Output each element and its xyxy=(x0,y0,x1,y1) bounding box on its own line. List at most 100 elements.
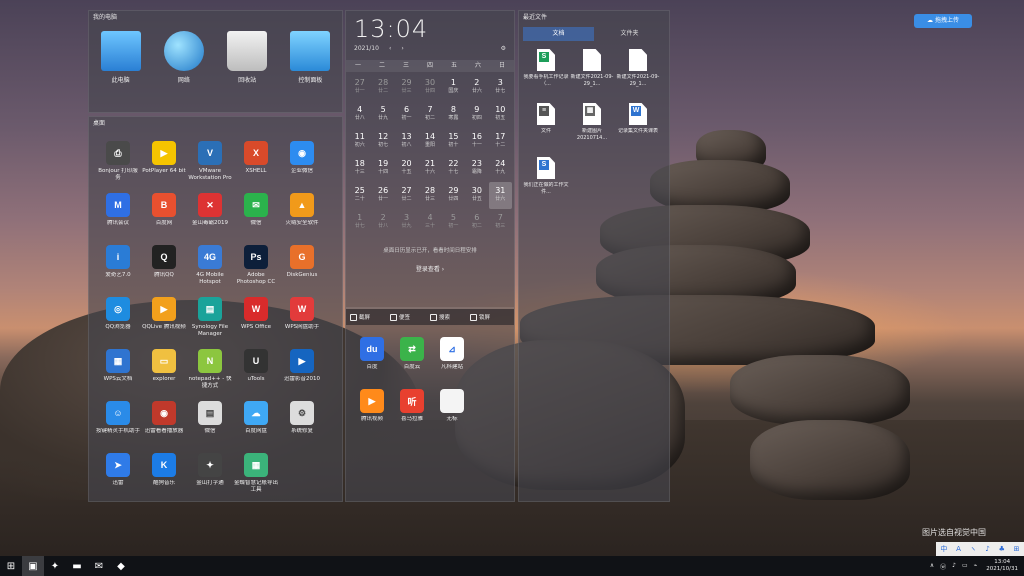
tray-icon[interactable]: ⓦ xyxy=(940,562,946,571)
next-month-icon[interactable]: › xyxy=(401,45,403,52)
tab-documents[interactable]: 文档 xyxy=(523,27,594,41)
desktop-shortcut[interactable]: V VMware Workstation Pro xyxy=(187,137,233,189)
tray-icon[interactable]: ♪ xyxy=(952,562,956,571)
app-taskbar-icon[interactable]: ◆ xyxy=(110,556,132,576)
recent-file[interactable]: S 我们正在做的工作文件... xyxy=(523,153,569,207)
tray-icon[interactable]: ▭ xyxy=(962,562,968,571)
computer-item[interactable]: 网络 xyxy=(156,31,212,84)
recent-file[interactable]: S 我要看手机工作记录（... xyxy=(523,45,569,99)
desktop-shortcut[interactable]: ◉ 企业微信 xyxy=(279,137,325,189)
calendar-day[interactable]: 1 廿七 xyxy=(348,209,371,236)
upload-button[interactable]: ☁ 拖拽上传 xyxy=(914,14,972,28)
desktop-shortcut[interactable]: G DiskGenius xyxy=(279,241,325,293)
calendar-day[interactable]: 16 十一 xyxy=(465,128,488,155)
calendar-day[interactable]: 12 初七 xyxy=(371,128,394,155)
recent-file[interactable]: W 记录集文件夹课表 xyxy=(615,99,661,153)
desktop-shortcut[interactable]: ☺ 按键精灵手机助手 xyxy=(95,397,141,449)
desktop-shortcut[interactable]: W WPS网盘助手 xyxy=(279,293,325,345)
calendar-day[interactable]: 20 十五 xyxy=(395,155,418,182)
tab-folders[interactable]: 文件夹 xyxy=(594,27,665,41)
calendar-day[interactable]: 4 廿八 xyxy=(348,101,371,128)
calendar-day[interactable]: 11 初六 xyxy=(348,128,371,155)
wps-taskbar-icon[interactable]: ▣ xyxy=(22,556,44,576)
lock-screen-button[interactable]: 锁屏 xyxy=(470,313,510,321)
calendar-day[interactable]: 10 初五 xyxy=(489,101,512,128)
calendar-day[interactable]: 23 霜降 xyxy=(465,155,488,182)
calendar-day[interactable]: 7 初三 xyxy=(489,209,512,236)
desktop-shortcut[interactable]: ✦ 金山打字通 xyxy=(187,449,233,501)
recent-file[interactable]: ▦ 新建图片20210714... xyxy=(569,99,615,153)
start-icon[interactable]: ⊞ xyxy=(0,556,22,576)
desktop-shortcut[interactable]: ▦ 金蝶智慧记账导出工具 xyxy=(233,449,279,501)
calendar-day[interactable]: 8 寒露 xyxy=(442,101,465,128)
search-button[interactable]: 搜索 xyxy=(430,313,470,321)
wechat-taskbar-icon[interactable]: ✉ xyxy=(88,556,110,576)
calendar-day[interactable]: 2 廿六 xyxy=(465,74,488,101)
calendar-day[interactable]: 27 廿一 xyxy=(348,74,371,101)
recent-file[interactable]: ≡ 文件 xyxy=(523,99,569,153)
calendar-day[interactable]: 19 十四 xyxy=(371,155,394,182)
calendar-day[interactable]: 29 廿四 xyxy=(442,182,465,209)
quick-app[interactable]: ⇄ 百度云 xyxy=(392,333,432,385)
desktop-shortcut[interactable]: Q 腾讯QQ xyxy=(141,241,187,293)
desktop-shortcut[interactable]: X XSHELL xyxy=(233,137,279,189)
calendar-day[interactable]: 27 廿二 xyxy=(395,182,418,209)
calendar-day[interactable]: 9 初四 xyxy=(465,101,488,128)
desktop-shortcut[interactable]: ▶ QQLive 腾讯视频 xyxy=(141,293,187,345)
tray-icon[interactable]: ∧ xyxy=(930,562,934,571)
calendar-day[interactable]: 5 廿九 xyxy=(371,101,394,128)
recent-file[interactable]: 新建文件2021-09-29_1... xyxy=(569,45,615,99)
desktop-shortcut[interactable]: i 爱奇艺7.0 xyxy=(95,241,141,293)
desktop-shortcut[interactable]: UuTools xyxy=(233,345,279,397)
puzzle-taskbar-icon[interactable]: ✦ xyxy=(44,556,66,576)
calendar-day[interactable]: 6 初一 xyxy=(395,101,418,128)
calendar-day[interactable]: 29 廿三 xyxy=(395,74,418,101)
calendar-day[interactable]: 25 二十 xyxy=(348,182,371,209)
desktop-shortcut[interactable]: ▦ WPS云文档 xyxy=(95,345,141,397)
calendar-day-today[interactable]: 31 廿六 xyxy=(488,182,512,209)
desktop-shortcut[interactable]: ➤ 迅雷 xyxy=(95,449,141,501)
desktop-shortcut[interactable]: ▤ Synology File Manager xyxy=(187,293,233,345)
desktop-shortcut[interactable]: 4G 4G Mobile Hotspot xyxy=(187,241,233,293)
sticky-note-button[interactable]: 便签 xyxy=(390,313,430,321)
quick-app[interactable]: ⊿ 凡科建站 xyxy=(432,333,472,385)
desktop-shortcut[interactable]: Nnotepad++ - 快捷方式 xyxy=(187,345,233,397)
desktop-shortcut[interactable]: ⎙ Bonjour 打印服务 xyxy=(95,137,141,189)
prev-month-icon[interactable]: ‹ xyxy=(389,45,391,52)
calendar-day[interactable]: 2 廿八 xyxy=(371,209,394,236)
desktop-shortcut[interactable]: ☁ 百度网盘 xyxy=(233,397,279,449)
calendar-day[interactable]: 1 国庆 xyxy=(442,74,465,101)
screenshot-button[interactable]: 截屏 xyxy=(350,313,390,321)
desktop-shortcut[interactable]: K 酷狗音乐 xyxy=(141,449,187,501)
ime-toolbar-icon[interactable]: 中 xyxy=(940,544,947,554)
calendar-day[interactable]: 13 初八 xyxy=(395,128,418,155)
calendar-day[interactable]: 18 十三 xyxy=(348,155,371,182)
desktop-shortcut[interactable]: ▭ explorer xyxy=(141,345,187,397)
calendar-day[interactable]: 24 十九 xyxy=(489,155,512,182)
recent-file[interactable]: 新建文件2021-09-29_1... xyxy=(615,45,661,99)
quick-app[interactable]: ▶ 腾讯视频 xyxy=(352,385,392,437)
tray-icon[interactable]: ⌁ xyxy=(974,562,978,571)
calendar-day[interactable]: 21 十六 xyxy=(418,155,441,182)
ime-toolbar-icon[interactable]: ♣ xyxy=(999,545,1005,553)
calendar-day[interactable]: 22 十七 xyxy=(442,155,465,182)
calendar-day[interactable]: 6 初二 xyxy=(465,209,488,236)
desktop-shortcut[interactable]: ▲ 火绒安全软件 xyxy=(279,189,325,241)
ime-toolbar-icon[interactable]: ヽ xyxy=(970,544,977,554)
folder-taskbar-icon[interactable]: ▬ xyxy=(66,556,88,576)
desktop-shortcut[interactable]: ◎ QQ浏览器 xyxy=(95,293,141,345)
desktop-shortcut[interactable]: W WPS Office xyxy=(233,293,279,345)
calendar-day[interactable]: 28 廿二 xyxy=(371,74,394,101)
quick-app[interactable]: 听喜马拉雅 xyxy=(392,385,432,437)
desktop-shortcut[interactable]: M 腾讯会议 xyxy=(95,189,141,241)
quick-app[interactable]: du 百度 xyxy=(352,333,392,385)
desktop-shortcut[interactable]: ✉ 微信 xyxy=(233,189,279,241)
desktop-shortcut[interactable]: ⚙ 系统修复 xyxy=(279,397,325,449)
desktop-shortcut[interactable]: ▤ 微信 xyxy=(187,397,233,449)
desktop-shortcut[interactable]: ✕ 金山毒霸2019 xyxy=(187,189,233,241)
calendar-day[interactable]: 30 廿五 xyxy=(465,182,488,209)
ime-toolbar-icon[interactable]: ♪ xyxy=(985,545,989,553)
calendar-day[interactable]: 14 重阳 xyxy=(418,128,441,155)
calendar-day[interactable]: 17 十二 xyxy=(489,128,512,155)
calendar-day[interactable]: 30 廿四 xyxy=(418,74,441,101)
